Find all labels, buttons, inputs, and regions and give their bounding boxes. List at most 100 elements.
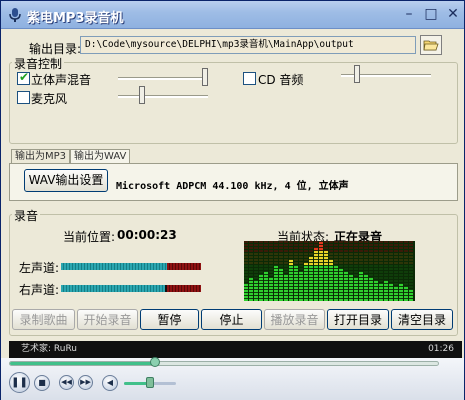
pause-player-button[interactable]: ❚❚: [9, 372, 30, 393]
play-recording-button[interactable]: 播放录音: [264, 309, 325, 330]
tab-output-mp3[interactable]: 输出为MP3: [11, 149, 71, 164]
stop-button[interactable]: 停止: [201, 309, 262, 330]
spectrum-bar-segment: [384, 299, 388, 301]
spectrum-bar-segment: [384, 290, 388, 292]
title-bar[interactable]: 紫电MP3录音机 – □ ✕: [1, 1, 464, 29]
spectrum-bar-segment: [349, 281, 353, 283]
spectrum-bar-segment: [319, 278, 323, 280]
spectrum-cell: [354, 262, 358, 264]
spectrum-cell: [264, 256, 268, 258]
output-dir-field[interactable]: D:\Code\mysource\DELPHI\mp3录音机\MainApp\o…: [80, 36, 416, 54]
cd-audio-slider-thumb[interactable]: [354, 65, 360, 83]
microphone-slider-thumb[interactable]: [139, 86, 145, 104]
clear-directory-button[interactable]: 清空目录: [391, 309, 453, 330]
microphone-slider-track[interactable]: [118, 95, 208, 98]
browse-folder-button[interactable]: [420, 35, 442, 55]
seek-thumb[interactable]: [150, 357, 160, 367]
spectrum-bar-segment: [309, 284, 313, 286]
spectrum-bar-segment: [259, 293, 263, 295]
spectrum-cell: [244, 262, 248, 264]
record-song-button[interactable]: 录制歌曲: [12, 309, 75, 330]
spectrum-bar-segment: [349, 287, 353, 289]
spectrum-cell: [269, 250, 273, 252]
spectrum-bar-segment: [339, 284, 343, 286]
spectrum-cell: [389, 280, 393, 282]
spectrum-cell: [404, 283, 408, 285]
stop-player-button[interactable]: ■: [34, 375, 50, 391]
spectrum-bar-segment: [369, 281, 373, 283]
spectrum-bar-segment: [249, 296, 253, 298]
speaker-icon: ◀: [106, 378, 114, 387]
spectrum-cell: [394, 277, 398, 279]
spectrum-bar-segment: [319, 260, 323, 262]
stop-icon: ■: [38, 378, 46, 387]
spectrum-cell: [374, 265, 378, 267]
mute-button[interactable]: ◀: [102, 375, 118, 391]
spectrum-cell: [399, 253, 403, 255]
spectrum-cell: [269, 271, 273, 273]
spectrum-cell: [364, 241, 368, 243]
microphone-label: 麦克风: [31, 92, 68, 106]
spectrum-cell: [354, 247, 358, 249]
spectrum-bar-segment: [389, 293, 393, 295]
cd-audio-checkbox[interactable]: [243, 72, 256, 85]
spectrum-cell: [379, 265, 383, 267]
spectrum-cell: [329, 247, 333, 249]
spectrum-cell: [349, 268, 353, 270]
spectrum-cell: [364, 247, 368, 249]
spectrum-bar-segment: [299, 281, 303, 283]
spectrum-cell: [249, 259, 253, 261]
minimize-button[interactable]: –: [399, 6, 419, 24]
spectrum-bar-segment: [324, 254, 328, 256]
spectrum-cell: [379, 274, 383, 276]
spectrum-cell: [399, 244, 403, 246]
spectrum-cell: [399, 268, 403, 270]
spectrum-bar-segment: [364, 293, 368, 295]
spectrum-cell: [369, 271, 373, 273]
spectrum-bar-segment: [314, 293, 318, 295]
stereo-mix-slider-track[interactable]: [118, 77, 208, 80]
spectrum-bar-segment: [264, 278, 268, 280]
spectrum-bar-segment: [314, 299, 318, 301]
spectrum-cell: [309, 241, 313, 243]
microphone-checkbox[interactable]: [17, 91, 30, 104]
spectrum-cell: [279, 262, 283, 264]
spectrum-cell: [259, 271, 263, 273]
next-button[interactable]: ▶▶: [78, 375, 93, 390]
spectrum-cell: [254, 244, 258, 246]
spectrum-bar-segment: [254, 296, 258, 298]
volume-thumb[interactable]: [146, 377, 154, 388]
previous-button[interactable]: ◀◀: [59, 375, 74, 390]
tab-output-wav[interactable]: 输出为WAV: [70, 149, 131, 164]
spectrum-bar-segment: [329, 299, 333, 301]
spectrum-bar-segment: [334, 284, 338, 286]
maximize-button[interactable]: □: [421, 6, 441, 24]
spectrum-cell: [384, 262, 388, 264]
spectrum-cell: [309, 247, 313, 249]
spectrum-bar-segment: [324, 299, 328, 301]
close-button[interactable]: ✕: [443, 6, 463, 24]
spectrum-cell: [259, 247, 263, 249]
spectrum-cell: [409, 277, 413, 279]
stereo-mix-slider-thumb[interactable]: [202, 68, 208, 86]
spectrum-cell: [349, 271, 353, 273]
spectrum-bar-segment: [299, 293, 303, 295]
spectrum-cell: [349, 244, 353, 246]
spectrum-bar-segment: [369, 290, 373, 292]
wav-settings-button[interactable]: WAV输出设置: [24, 169, 108, 192]
stereo-mix-checkbox[interactable]: ✔: [17, 70, 30, 85]
pause-button[interactable]: 暂停: [140, 309, 199, 330]
spectrum-bar-segment: [389, 290, 393, 292]
spectrum-cell: [254, 247, 258, 249]
spectrum-bar-segment: [309, 263, 313, 265]
start-recording-button[interactable]: 开始录音: [77, 309, 138, 330]
spectrum-bar-segment: [294, 266, 298, 268]
seek-bar[interactable]: [9, 361, 439, 366]
spectrum-bar-segment: [374, 284, 378, 286]
spectrum-bar-segment: [284, 284, 288, 286]
spectrum-bar-segment: [309, 293, 313, 295]
spectrum-bar-segment: [314, 254, 318, 256]
spectrum-cell: [399, 241, 403, 243]
open-directory-button[interactable]: 打开目录: [327, 309, 389, 330]
spectrum-cell: [254, 271, 258, 273]
